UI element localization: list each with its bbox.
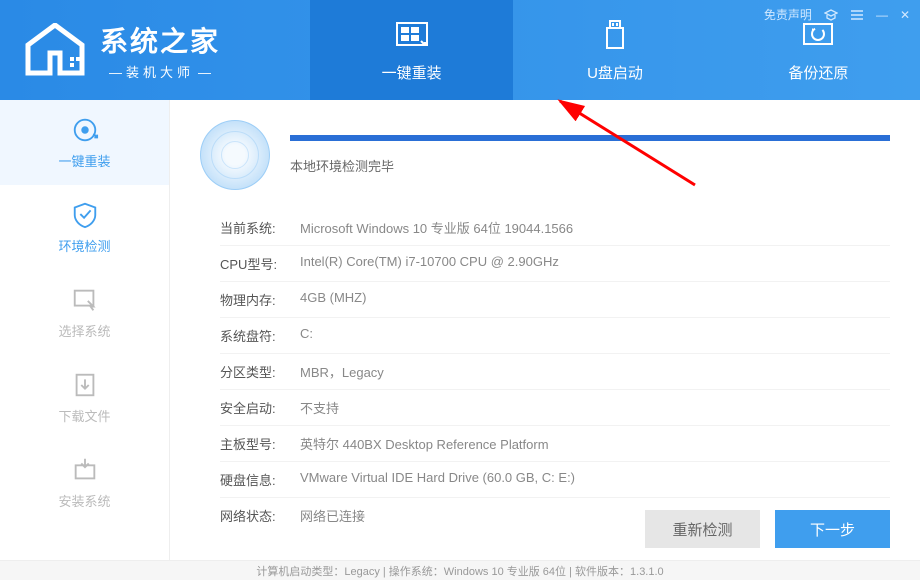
- system-info-grid: 当前系统:Microsoft Windows 10 专业版 64位 19044.…: [200, 210, 890, 533]
- install-box-icon: [70, 455, 100, 485]
- info-value: C:: [300, 326, 890, 345]
- scan-status-text: 本地环境检测完毕: [290, 156, 890, 175]
- info-value: 英特尔 440BX Desktop Reference Platform: [300, 434, 890, 453]
- logo-area: 系统之家 装机大师: [0, 20, 310, 81]
- info-value: Microsoft Windows 10 专业版 64位 19044.1566: [300, 218, 890, 237]
- tab-label: 备份还原: [788, 62, 848, 83]
- tab-label: 一键重装: [382, 62, 442, 83]
- progress-bar: [290, 135, 890, 141]
- info-row: CPU型号:Intel(R) Core(TM) i7-10700 CPU @ 2…: [220, 246, 890, 282]
- info-row: 硬盘信息:VMware Virtual IDE Hard Drive (60.0…: [220, 462, 890, 498]
- info-label: 网络状态:: [220, 506, 300, 525]
- menu-icon[interactable]: [850, 8, 864, 22]
- header: 系统之家 装机大师 一键重装 U盘启动 备份还原 免责声明 — ✕: [0, 0, 920, 100]
- app-title: 系统之家: [100, 20, 220, 60]
- target-icon: [70, 115, 100, 145]
- tab-label: U盘启动: [587, 62, 643, 83]
- info-label: 硬盘信息:: [220, 470, 300, 489]
- tab-usb-boot[interactable]: U盘启动: [513, 0, 716, 100]
- info-value: 4GB (MHZ): [300, 290, 890, 309]
- info-row: 安全启动:不支持: [220, 390, 890, 426]
- graduation-icon[interactable]: [824, 8, 838, 22]
- sidebar-item-select-system[interactable]: 选择系统: [0, 270, 169, 355]
- sidebar-label: 环境检测: [58, 236, 110, 255]
- info-label: 系统盘符:: [220, 326, 300, 345]
- sidebar: 一键重装 环境检测 选择系统 下载文件 安装系统: [0, 100, 170, 560]
- next-button[interactable]: 下一步: [775, 510, 890, 548]
- main-panel: 本地环境检测完毕 当前系统:Microsoft Windows 10 专业版 6…: [170, 100, 920, 560]
- info-value: Intel(R) Core(TM) i7-10700 CPU @ 2.90GHz: [300, 254, 890, 273]
- sidebar-label: 选择系统: [58, 321, 110, 340]
- radar-icon: [200, 120, 270, 190]
- windows-install-icon: [394, 18, 430, 54]
- house-logo-icon: [20, 23, 90, 78]
- sidebar-item-download[interactable]: 下载文件: [0, 355, 169, 440]
- sidebar-label: 一键重装: [58, 151, 110, 170]
- info-value: MBR，Legacy: [300, 362, 890, 381]
- sidebar-item-env-check[interactable]: 环境检测: [0, 185, 169, 270]
- info-row: 分区类型:MBR，Legacy: [220, 354, 890, 390]
- info-label: 分区类型:: [220, 362, 300, 381]
- close-button[interactable]: ✕: [900, 8, 910, 22]
- sidebar-label: 下载文件: [58, 406, 110, 425]
- status-bar: 计算机启动类型：Legacy | 操作系统：Windows 10 专业版 64位…: [0, 560, 920, 580]
- select-rect-icon: [70, 285, 100, 315]
- info-label: 当前系统:: [220, 218, 300, 237]
- info-value: 不支持: [300, 398, 890, 417]
- info-row: 当前系统:Microsoft Windows 10 专业版 64位 19044.…: [220, 210, 890, 246]
- shield-check-icon: [70, 200, 100, 230]
- disclaimer-link[interactable]: 免责声明: [764, 6, 812, 23]
- minimize-button[interactable]: —: [876, 8, 888, 22]
- app-subtitle: 装机大师: [100, 62, 220, 81]
- info-label: 安全启动:: [220, 398, 300, 417]
- window-controls: 免责声明 — ✕: [764, 6, 910, 23]
- sidebar-item-reinstall[interactable]: 一键重装: [0, 100, 169, 185]
- recheck-button[interactable]: 重新检测: [645, 510, 760, 548]
- sidebar-label: 安装系统: [58, 491, 110, 510]
- info-row: 物理内存:4GB (MHZ): [220, 282, 890, 318]
- tab-reinstall[interactable]: 一键重装: [310, 0, 513, 100]
- info-label: 物理内存:: [220, 290, 300, 309]
- download-icon: [70, 370, 100, 400]
- usb-icon: [597, 18, 633, 54]
- info-value: VMware Virtual IDE Hard Drive (60.0 GB, …: [300, 470, 890, 489]
- info-label: 主板型号:: [220, 434, 300, 453]
- info-row: 系统盘符:C:: [220, 318, 890, 354]
- info-label: CPU型号:: [220, 254, 300, 273]
- info-row: 主板型号:英特尔 440BX Desktop Reference Platfor…: [220, 426, 890, 462]
- sidebar-item-install[interactable]: 安装系统: [0, 440, 169, 525]
